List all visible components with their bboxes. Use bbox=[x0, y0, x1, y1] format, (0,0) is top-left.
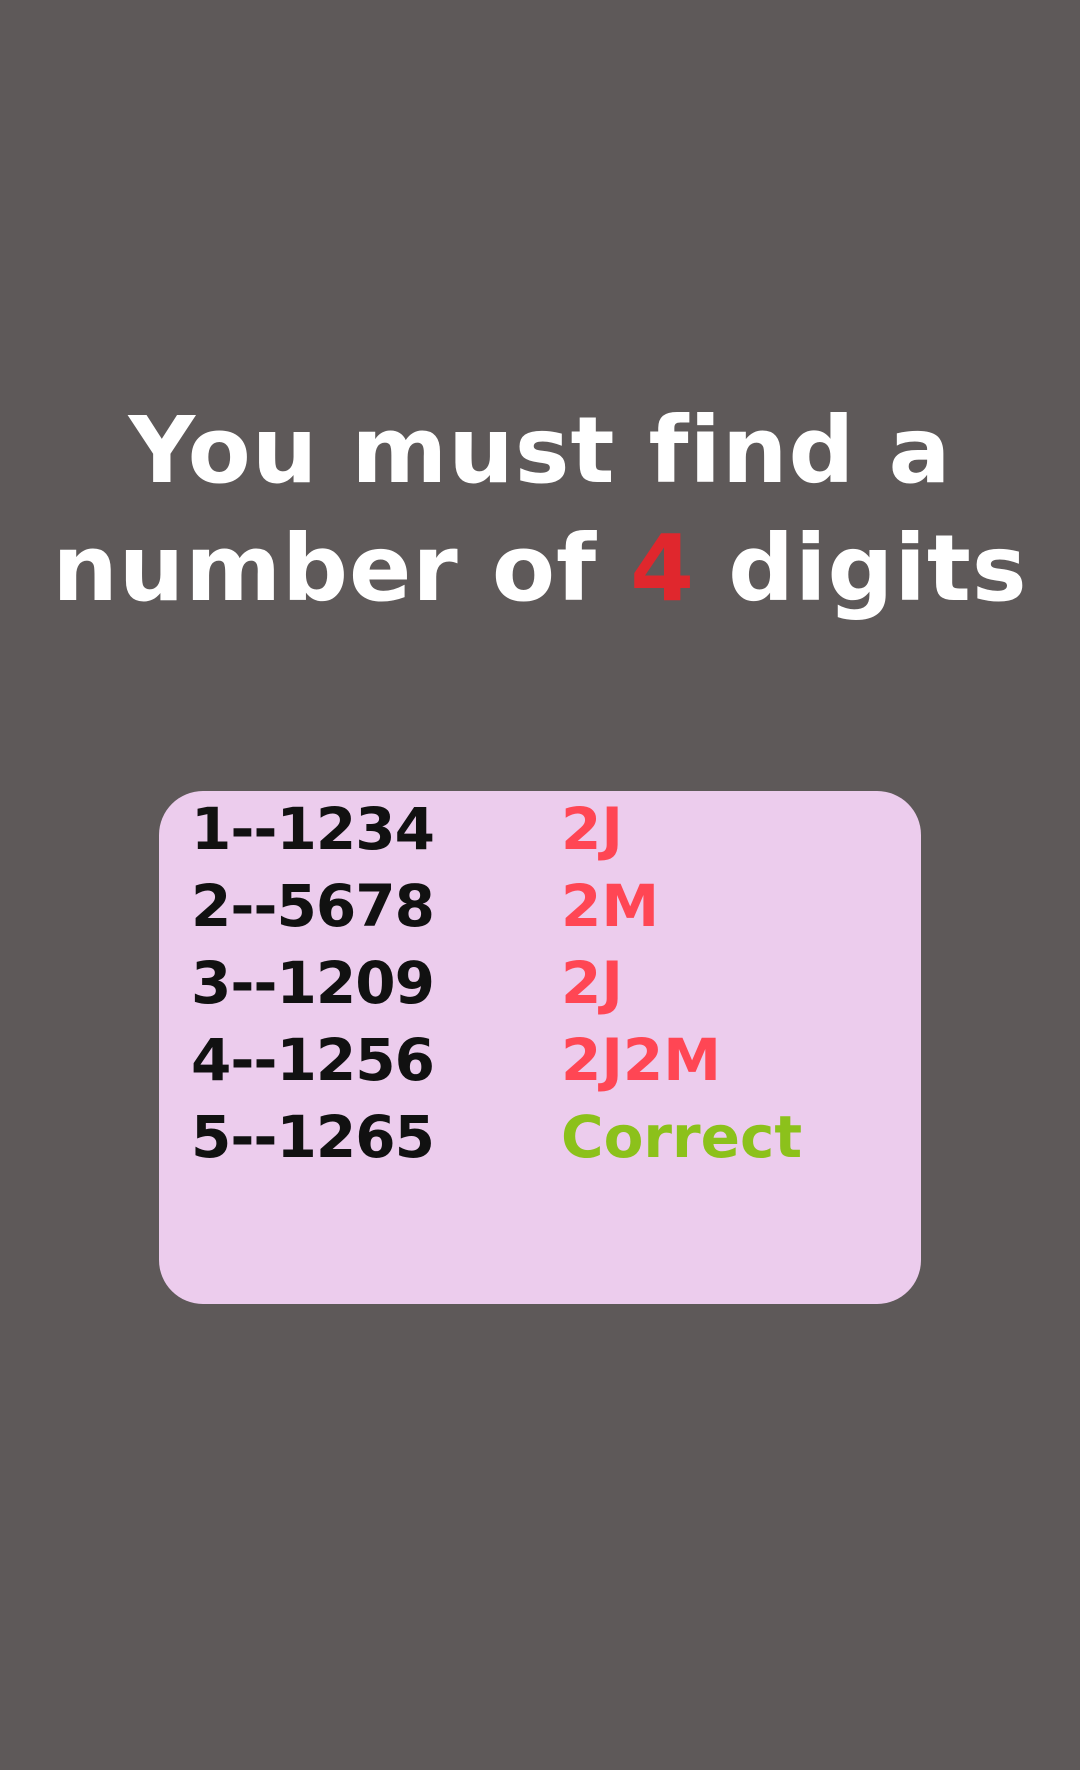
attempt-result: 2J2M bbox=[561, 1026, 722, 1094]
attempt-result: 2J bbox=[561, 795, 623, 863]
instruction-line-1: You must find a bbox=[128, 397, 952, 504]
instruction-line-2: number of 4 digits bbox=[0, 510, 1080, 628]
attempt-row-5: 5--1265 Correct bbox=[191, 1099, 911, 1176]
attempts-panel: 1--1234 2J 2--5678 2M 3--1209 2J 4--1256… bbox=[159, 791, 921, 1304]
attempt-guess: 1--1234 bbox=[191, 795, 435, 863]
attempt-result: 2M bbox=[561, 872, 660, 940]
attempt-row-4: 4--1256 2J2M bbox=[191, 1022, 911, 1099]
attempt-guess: 2--5678 bbox=[191, 872, 435, 940]
instruction-title: You must find a number of 4 digits bbox=[0, 392, 1080, 628]
digit-count: 4 bbox=[630, 515, 696, 622]
instruction-line-2-end: digits bbox=[695, 515, 1028, 622]
attempt-guess: 5--1265 bbox=[191, 1103, 435, 1171]
attempt-result: 2J bbox=[561, 949, 623, 1017]
attempt-guess: 3--1209 bbox=[191, 949, 435, 1017]
attempt-row-1: 1--1234 2J bbox=[191, 791, 911, 868]
attempt-row-3: 3--1209 2J bbox=[191, 945, 911, 1022]
attempt-row-2: 2--5678 2M bbox=[191, 868, 911, 945]
attempt-result-correct: Correct bbox=[561, 1103, 803, 1171]
attempt-guess: 4--1256 bbox=[191, 1026, 435, 1094]
instruction-line-2-start: number of bbox=[52, 515, 631, 622]
